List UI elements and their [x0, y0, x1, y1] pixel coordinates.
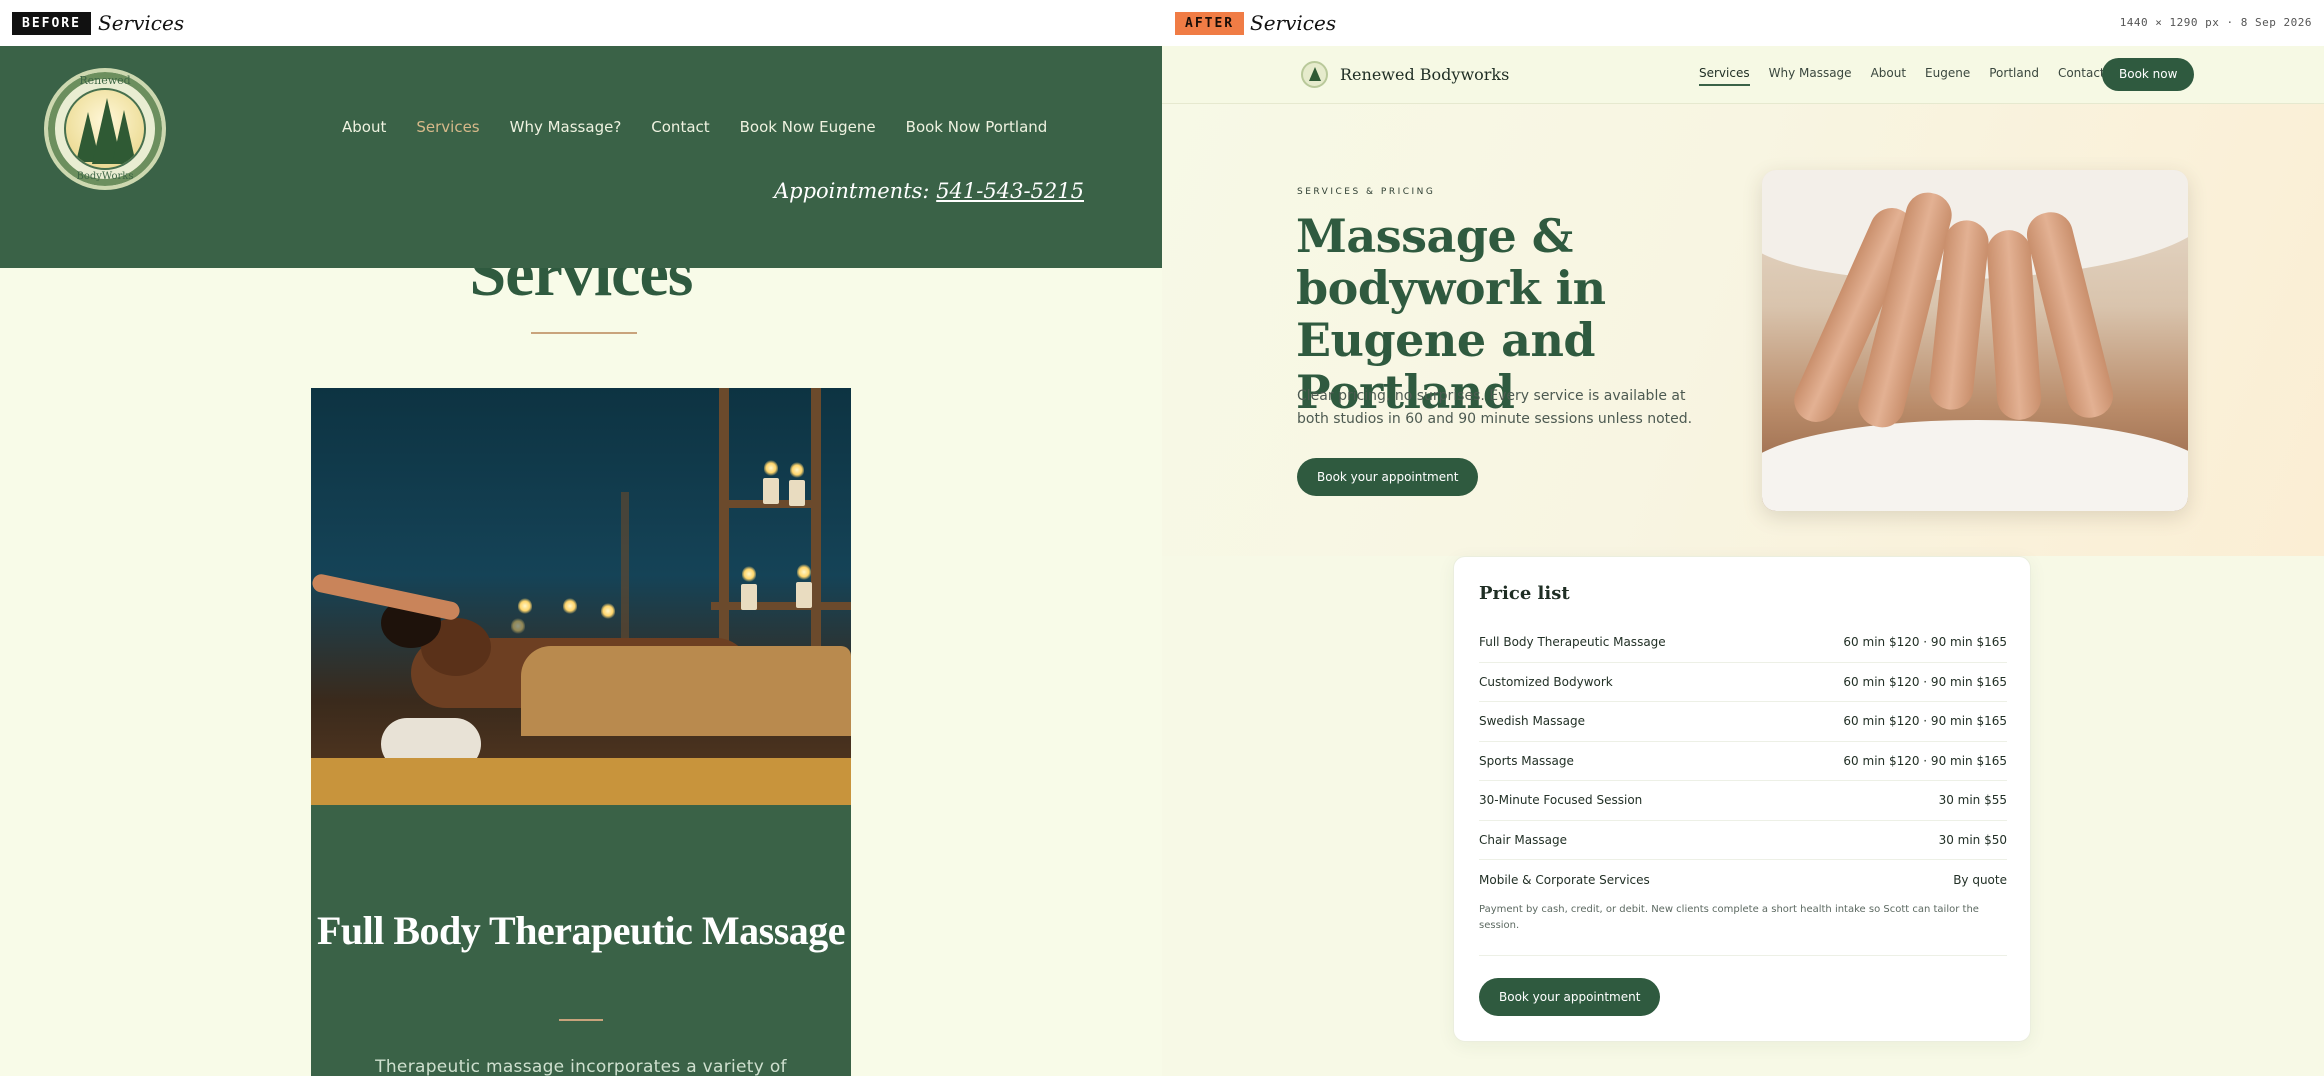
nav-contact[interactable]: Contact [2058, 66, 2105, 86]
title-divider [531, 332, 637, 334]
service-card-title: Full Body Therapeutic Massage [316, 908, 846, 953]
after-header: Renewed Bodyworks Services Why Massage A… [1162, 46, 2324, 104]
service-price: 30 min $50 [1938, 832, 2007, 847]
before-header: Renewed BodyWorks About Services Why Mas… [0, 46, 1162, 268]
nav-portland[interactable]: Portland [1989, 66, 2039, 86]
service-price: 60 min $120 · 90 min $165 [1843, 714, 2007, 729]
before-tag: BEFORE [12, 12, 91, 35]
hero-subtext: Clear pricing, no surprises. Every servi… [1297, 388, 1693, 427]
phone-link[interactable]: 541-543-5215 [936, 179, 1084, 203]
service-price: 60 min $120 · 90 min $165 [1843, 753, 2007, 768]
nav-contact[interactable]: Contact [651, 118, 709, 136]
after-page-name: Services [1250, 11, 1337, 35]
service-name: Customized Bodywork [1479, 674, 1613, 689]
after-tag: AFTER [1175, 12, 1245, 35]
nav-services[interactable]: Services [1699, 66, 1750, 86]
hero-eyebrow: SERVICES & PRICING [1297, 187, 1436, 197]
nav-why-massage[interactable]: Why Massage? [510, 118, 622, 136]
price-list-book-appointment-button[interactable]: Book your appointment [1479, 978, 1661, 1016]
price-row: Swedish Massage 60 min $120 · 90 min $16… [1479, 702, 2007, 742]
price-list-divider [1479, 955, 2007, 956]
before-page-name: Services [98, 11, 185, 35]
before-logo[interactable]: Renewed BodyWorks [44, 68, 166, 190]
service-name: 30-Minute Focused Session [1479, 793, 1643, 808]
price-row: 30-Minute Focused Session 30 min $55 [1479, 781, 2007, 821]
appointments-line: Appointments: 541-543-5215 [774, 179, 1084, 203]
service-card-text: Therapeutic massage incorporates a varie… [375, 1057, 787, 1076]
service-price: By quote [1953, 872, 2007, 887]
price-list-title: Price list [1479, 583, 1570, 604]
nav-about[interactable]: About [342, 118, 386, 136]
brand-logo-icon[interactable] [1301, 61, 1328, 88]
logo-text-bottom: BodyWorks [76, 171, 134, 182]
book-now-button[interactable]: Book now [2102, 58, 2195, 91]
service-price: 30 min $55 [1938, 793, 2007, 808]
nav-about[interactable]: About [1871, 66, 1906, 86]
massage-hands-photo [1762, 170, 2188, 511]
service-card-full-body: Full Body Therapeutic Massage Therapeuti… [311, 805, 851, 1076]
price-list-rows: Full Body Therapeutic Massage 60 min $12… [1479, 623, 2007, 900]
price-row: Chair Massage 30 min $50 [1479, 821, 2007, 860]
price-list-card: Price list Full Body Therapeutic Massage… [1453, 556, 2031, 1042]
nav-why-massage[interactable]: Why Massage [1769, 66, 1852, 86]
nav-book-portland[interactable]: Book Now Portland [906, 118, 1048, 136]
before-pane: Renewed BodyWorks About Services Why Mas… [0, 46, 1162, 1076]
nav-eugene[interactable]: Eugene [1925, 66, 1970, 86]
spa-facial-photo [311, 388, 851, 805]
pine-trees-icon [64, 88, 146, 170]
logo-text-top: Renewed [79, 74, 131, 87]
service-price: 60 min $120 · 90 min $165 [1843, 635, 2007, 650]
service-card-divider [559, 1019, 603, 1021]
appointments-label: Appointments: [773, 179, 930, 203]
before-main-nav: About Services Why Massage? Contact Book… [342, 118, 1047, 136]
nav-book-eugene[interactable]: Book Now Eugene [740, 118, 876, 136]
price-row: Full Body Therapeutic Massage 60 min $12… [1479, 623, 2007, 663]
service-name: Sports Massage [1479, 753, 1574, 768]
price-row: Customized Bodywork 60 min $120 · 90 min… [1479, 663, 2007, 702]
service-price: 60 min $120 · 90 min $165 [1843, 674, 2007, 689]
price-row: Mobile & Corporate Services By quote [1479, 860, 2007, 900]
hero-book-appointment-button[interactable]: Book your appointment [1297, 458, 1479, 496]
nav-services[interactable]: Services [416, 118, 479, 136]
viewport-meta: 1440 × 1290 px · 8 Sep 2026 [2119, 16, 2312, 29]
after-main-nav: Services Why Massage About Eugene Portla… [1699, 66, 2105, 86]
price-row: Sports Massage 60 min $120 · 90 min $165 [1479, 742, 2007, 781]
service-name: Full Body Therapeutic Massage [1479, 635, 1666, 650]
service-name: Mobile & Corporate Services [1479, 872, 1650, 887]
brand-name[interactable]: Renewed Bodyworks [1340, 65, 1509, 84]
comparison-label-bar: BEFORE Services AFTER Services 1440 × 12… [0, 0, 2324, 46]
payment-note: Payment by cash, credit, or debit. New c… [1479, 904, 1979, 931]
after-pane: Renewed Bodyworks Services Why Massage A… [1162, 46, 2324, 1076]
service-name: Chair Massage [1479, 832, 1567, 847]
service-name: Swedish Massage [1479, 714, 1586, 729]
